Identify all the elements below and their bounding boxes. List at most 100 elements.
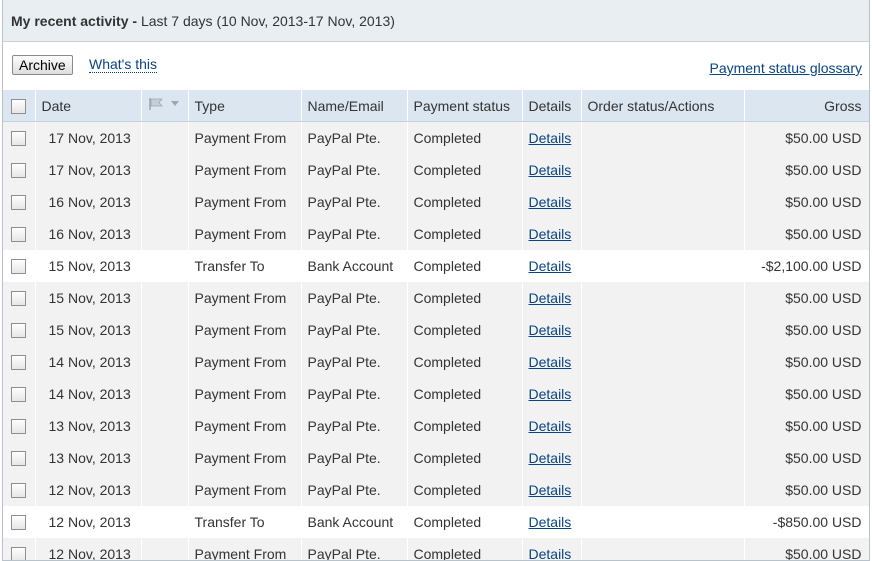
row-type: Payment From [188,218,301,250]
row-order-actions [581,314,744,346]
activity-toolbar: Archive What's this Payment status gloss… [3,42,869,90]
row-checkbox[interactable] [11,419,26,434]
row-flag [141,314,188,346]
select-all-checkbox[interactable] [11,99,26,114]
row-order-actions [581,154,744,186]
details-link[interactable]: Details [529,386,572,402]
row-name: PayPal Pte. [301,282,407,314]
activity-table-body: 17 Nov, 2013Payment FromPayPal Pte.Compl… [3,122,869,561]
row-details-cell: Details [522,346,581,378]
column-name-email[interactable]: Name/Email [301,90,407,122]
column-payment-status[interactable]: Payment status [407,90,522,122]
row-select-cell [3,538,35,561]
row-checkbox[interactable] [11,323,26,338]
details-link[interactable]: Details [529,258,572,274]
table-row: 14 Nov, 2013Payment FromPayPal Pte.Compl… [3,346,869,378]
row-name: PayPal Pte. [301,378,407,410]
row-date: 17 Nov, 2013 [35,154,141,186]
details-link[interactable]: Details [529,354,572,370]
row-checkbox[interactable] [11,387,26,402]
row-status: Completed [407,218,522,250]
row-checkbox[interactable] [11,291,26,306]
row-gross: $50.00 USD [744,538,869,561]
row-order-actions [581,346,744,378]
row-order-actions [581,122,744,155]
row-date: 15 Nov, 2013 [35,314,141,346]
row-checkbox[interactable] [11,483,26,498]
row-flag [141,154,188,186]
row-order-actions [581,250,744,282]
row-name: PayPal Pte. [301,314,407,346]
row-select-cell [3,154,35,186]
row-date: 12 Nov, 2013 [35,538,141,561]
row-status: Completed [407,506,522,538]
details-link[interactable]: Details [529,322,572,338]
row-gross: $50.00 USD [744,122,869,155]
row-checkbox[interactable] [11,515,26,530]
row-flag [141,186,188,218]
row-type: Payment From [188,538,301,561]
table-row: 16 Nov, 2013Payment FromPayPal Pte.Compl… [3,218,869,250]
row-details-cell: Details [522,186,581,218]
details-link[interactable]: Details [529,162,572,178]
row-gross: $50.00 USD [744,218,869,250]
row-type: Payment From [188,474,301,506]
details-link[interactable]: Details [529,226,572,242]
row-checkbox[interactable] [11,451,26,466]
row-select-cell [3,474,35,506]
row-name: PayPal Pte. [301,346,407,378]
row-select-cell [3,282,35,314]
row-select-cell [3,378,35,410]
details-link[interactable]: Details [529,194,572,210]
column-details: Details [522,90,581,122]
row-details-cell: Details [522,282,581,314]
column-flag[interactable] [141,90,188,122]
details-link[interactable]: Details [529,482,572,498]
row-gross: $50.00 USD [744,442,869,474]
row-checkbox[interactable] [11,163,26,178]
details-link[interactable]: Details [529,450,572,466]
details-link[interactable]: Details [529,290,572,306]
row-gross: $50.00 USD [744,474,869,506]
row-order-actions [581,282,744,314]
archive-button[interactable]: Archive [12,55,73,75]
details-link[interactable]: Details [529,514,572,530]
row-flag [141,538,188,561]
row-name: PayPal Pte. [301,186,407,218]
details-link[interactable]: Details [529,546,572,561]
column-type[interactable]: Type [188,90,301,122]
row-gross: $50.00 USD [744,410,869,442]
row-status: Completed [407,314,522,346]
row-flag [141,378,188,410]
row-checkbox[interactable] [11,355,26,370]
column-gross[interactable]: Gross [744,90,869,122]
table-row: 15 Nov, 2013Payment FromPayPal Pte.Compl… [3,282,869,314]
row-checkbox[interactable] [11,131,26,146]
row-details-cell: Details [522,474,581,506]
row-checkbox[interactable] [11,195,26,210]
row-checkbox[interactable] [11,547,26,561]
row-details-cell: Details [522,506,581,538]
row-select-cell [3,346,35,378]
column-date[interactable]: Date [35,90,141,122]
flag-icon [148,97,168,111]
details-link[interactable]: Details [529,418,572,434]
row-name: Bank Account [301,250,407,282]
row-date: 12 Nov, 2013 [35,506,141,538]
row-status: Completed [407,474,522,506]
payment-status-glossary-link[interactable]: Payment status glossary [709,60,862,76]
row-status: Completed [407,122,522,155]
row-name: PayPal Pte. [301,154,407,186]
row-checkbox[interactable] [11,227,26,242]
row-checkbox[interactable] [11,259,26,274]
row-select-cell [3,186,35,218]
row-type: Transfer To [188,506,301,538]
row-gross: $50.00 USD [744,346,869,378]
row-name: PayPal Pte. [301,474,407,506]
row-type: Payment From [188,186,301,218]
row-type: Payment From [188,314,301,346]
row-details-cell: Details [522,314,581,346]
whats-this-link[interactable]: What's this [89,56,157,73]
details-link[interactable]: Details [529,130,572,146]
activity-title: My recent activity - [11,13,137,29]
